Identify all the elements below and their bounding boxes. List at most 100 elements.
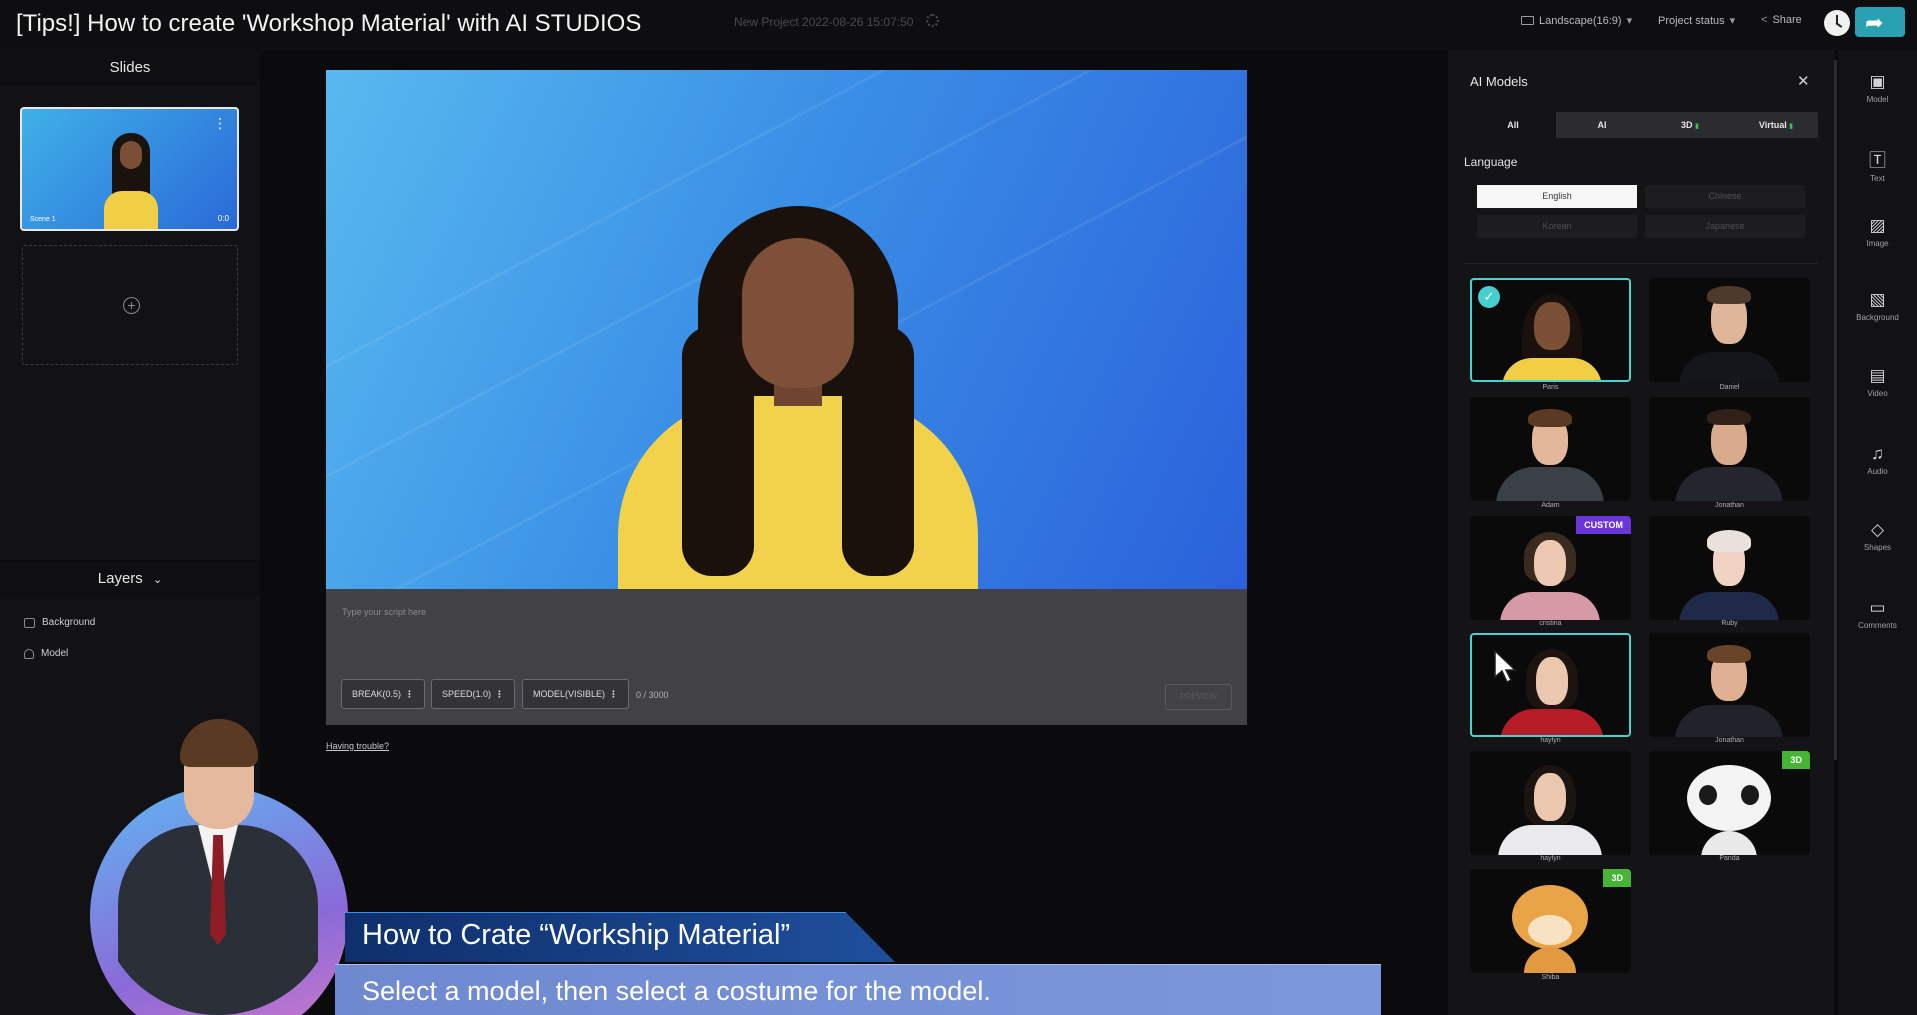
layer-item-model[interactable]: Model xyxy=(24,648,68,659)
history-clock-icon[interactable] xyxy=(1824,10,1850,36)
canvas-model[interactable] xyxy=(618,206,978,589)
project-status-dropdown[interactable]: Project status ▾ xyxy=(1658,14,1736,28)
models-scrollbar[interactable] xyxy=(1834,60,1837,760)
slides-header: Slides xyxy=(0,50,260,86)
tool-image[interactable]: ▨ Image xyxy=(1838,216,1917,248)
presenter-avatar xyxy=(98,715,338,1015)
preview-button[interactable]: PREVIEW xyxy=(1165,684,1232,710)
filter-tab-ai[interactable]: AI xyxy=(1558,112,1646,138)
tool-label: Background xyxy=(1856,313,1899,322)
more-vertical-icon[interactable]: ⋮ xyxy=(213,115,227,132)
person-icon xyxy=(24,648,34,659)
filter-tab-all[interactable]: All xyxy=(1470,112,1556,138)
export-button[interactable]: ➦ xyxy=(1855,7,1905,37)
tutorial-title: How to Crate “Workship Material” xyxy=(362,919,791,951)
model-card-haylyn-2[interactable] xyxy=(1470,751,1631,855)
language-english[interactable]: English xyxy=(1477,185,1637,208)
language-japanese[interactable]: Japanese xyxy=(1645,215,1805,238)
chip-label: BREAK(0.5) xyxy=(352,689,402,699)
slide-model-preview xyxy=(104,133,158,229)
layer-label: Model xyxy=(41,648,69,659)
slide-thumbnail[interactable]: ⋮ Scene 1 0:0 xyxy=(20,107,239,231)
tool-audio[interactable]: ♫ Audio xyxy=(1838,444,1917,476)
image-icon xyxy=(24,617,35,628)
project-settings-gear-icon[interactable] xyxy=(926,14,939,27)
tool-text[interactable]: 🅃 Text xyxy=(1838,146,1917,183)
script-input[interactable]: Type your script here xyxy=(342,607,426,617)
tool-label: Comments xyxy=(1858,621,1897,630)
break-chip[interactable]: BREAK(0.5) ⋮ xyxy=(341,679,426,709)
music-icon: ♫ xyxy=(1871,444,1884,463)
model-visible-chip[interactable]: MODEL(VISIBLE) ⋮ xyxy=(522,679,630,709)
close-icon[interactable]: ✕ xyxy=(1797,72,1810,90)
model-card-cristina[interactable]: CUSTOM xyxy=(1470,516,1631,620)
character-count: 0 / 3000 xyxy=(636,690,669,700)
text-icon: 🅃 xyxy=(1869,151,1886,170)
model-card-ruby[interactable] xyxy=(1649,516,1810,620)
chevron-down-icon: ▾ xyxy=(1729,15,1736,27)
model-name: Jonathan xyxy=(1715,502,1744,509)
project-status-label: Project status xyxy=(1658,14,1725,27)
image-icon: ▨ xyxy=(1869,216,1886,235)
filter-tab-3d[interactable]: 3D ▮ xyxy=(1648,112,1732,138)
model-card-jonathan-2[interactable] xyxy=(1649,633,1810,737)
layer-item-background[interactable]: Background xyxy=(24,617,95,628)
project-name[interactable]: New Project 2022-08-26 15:07:50 xyxy=(734,15,913,29)
tool-comments[interactable]: ▭ Comments xyxy=(1838,598,1917,630)
tool-background[interactable]: ▧ Background xyxy=(1838,290,1917,322)
video-title: [Tips!] How to create 'Workshop Material… xyxy=(16,10,642,37)
model-name: Panda xyxy=(1719,855,1740,862)
scene-canvas[interactable] xyxy=(326,70,1247,589)
share-button[interactable]: < Share xyxy=(1761,14,1802,26)
layers-header[interactable]: Layers ⌄ xyxy=(0,561,260,597)
custom-tag-badge: CUSTOM xyxy=(1576,516,1631,534)
tool-label: Text xyxy=(1870,174,1885,183)
tool-label: Audio xyxy=(1867,467,1888,476)
model-name: haylyn xyxy=(1540,737,1561,744)
tool-label: Video xyxy=(1867,389,1888,398)
model-card-shiba[interactable]: 3D xyxy=(1470,869,1631,973)
slides-panel: Slides ⋮ Scene 1 0:0 + xyxy=(0,50,260,560)
model-card-adam[interactable] xyxy=(1470,397,1631,501)
aspect-ratio-dropdown[interactable]: Landscape(16:9) ▾ xyxy=(1521,14,1632,27)
more-vertical-icon: ⋮ xyxy=(405,689,415,699)
add-slide-button[interactable]: + xyxy=(22,245,238,365)
model-card-jonathan[interactable] xyxy=(1649,397,1810,501)
model-name: Adam xyxy=(1541,502,1560,509)
lock-icon: ▮ xyxy=(1695,123,1699,130)
tool-model[interactable]: ▣ Model xyxy=(1838,72,1917,104)
model-filter-tabs: All AI 3D ▮ Virtual ▮ xyxy=(1470,112,1818,138)
chevron-down-icon: ▾ xyxy=(1626,15,1633,27)
model-card-haylyn[interactable] xyxy=(1470,633,1631,737)
slide-duration: 0:0 xyxy=(217,214,229,223)
filter-tab-virtual[interactable]: Virtual ▮ xyxy=(1734,112,1818,138)
tool-label: Image xyxy=(1866,239,1889,248)
chevron-down-icon: ⌄ xyxy=(152,574,163,586)
model-card-paris[interactable]: ✓ xyxy=(1470,278,1631,382)
script-editor[interactable]: Type your script here BREAK(0.5) ⋮ SPEED(… xyxy=(326,589,1247,725)
person-icon: ▣ xyxy=(1869,72,1886,91)
tool-rail: ▣ Model 🅃 Text ▨ Image ▧ Background ▤ Vi… xyxy=(1838,50,1917,1015)
lock-icon: ▮ xyxy=(1789,123,1794,130)
video-icon: ▤ xyxy=(1869,366,1886,385)
model-name: Daniel xyxy=(1719,384,1740,391)
mouse-cursor-icon xyxy=(1494,650,1517,684)
background-icon: ▧ xyxy=(1869,290,1886,309)
screen-ratio-icon xyxy=(1521,16,1534,25)
language-korean[interactable]: Korean xyxy=(1477,215,1637,238)
share-icon: < xyxy=(1761,14,1768,26)
tool-shapes[interactable]: ◇ Shapes xyxy=(1838,520,1917,552)
chip-label: SPEED(1.0) xyxy=(442,689,492,699)
slide-label: Scene 1 xyxy=(30,216,56,223)
language-chinese[interactable]: Chinese xyxy=(1645,185,1805,208)
speed-chip[interactable]: SPEED(1.0) ⋮ xyxy=(431,679,516,709)
model-card-daniel[interactable] xyxy=(1649,278,1810,382)
model-card-panda[interactable]: 3D xyxy=(1649,751,1810,855)
tool-video[interactable]: ▤ Video xyxy=(1838,366,1917,398)
model-name: cristina xyxy=(1539,620,1562,627)
plus-circle-icon: + xyxy=(123,297,140,314)
share-label: Share xyxy=(1772,14,1802,26)
comment-icon: ▭ xyxy=(1869,598,1886,617)
more-vertical-icon: ⋮ xyxy=(609,689,619,699)
ai-models-panel: AI Models ✕ All AI 3D ▮ Virtual ▮ Langua… xyxy=(1448,50,1834,1015)
